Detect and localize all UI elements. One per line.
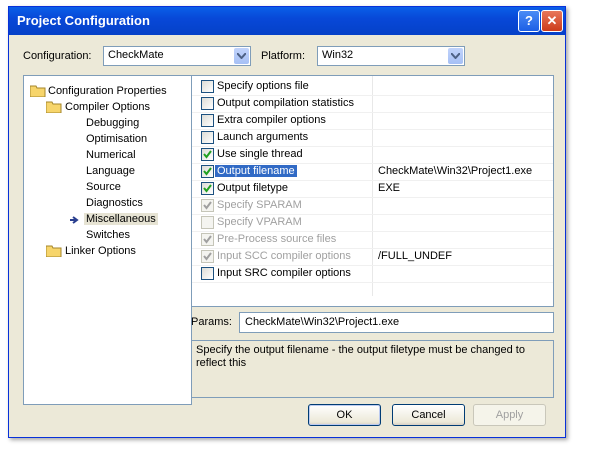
open-folder-icon [30, 85, 46, 97]
params-value: CheckMate\Win32\Project1.exe [245, 316, 400, 328]
configuration-label: Configuration: [23, 50, 92, 62]
option-row[interactable]: Pre-Process source files [192, 231, 553, 249]
check-icon [203, 201, 212, 210]
option-label: Output filename [215, 165, 297, 177]
apply-button[interactable]: Apply [473, 404, 546, 426]
platform-select[interactable]: Win32 [317, 46, 465, 66]
tree-item-source[interactable]: Source [86, 181, 121, 193]
option-checkbox[interactable] [201, 131, 214, 144]
tree-item-diagnostics[interactable]: Diagnostics [86, 197, 143, 209]
close-button[interactable]: ✕ [541, 10, 563, 32]
tree-item-miscellaneous[interactable]: Miscellaneous [84, 213, 158, 225]
description-box: Specify the output filename - the output… [191, 340, 554, 398]
option-value[interactable]: EXE [378, 182, 400, 194]
arrow-right-icon [70, 216, 79, 224]
folder-icon [46, 245, 62, 257]
open-folder-icon [46, 101, 62, 113]
option-row[interactable]: Specify VPARAM [192, 214, 553, 232]
ok-button[interactable]: OK [308, 404, 381, 426]
option-checkbox[interactable] [201, 233, 214, 246]
dialog-title: Project Configuration [17, 13, 150, 28]
option-checkbox[interactable] [201, 165, 214, 178]
option-row[interactable]: Input SCC compiler options/FULL_UNDEF [192, 248, 553, 266]
option-label: Use single thread [217, 148, 303, 160]
params-input[interactable]: CheckMate\Win32\Project1.exe [239, 312, 554, 333]
chevron-down-icon[interactable] [448, 48, 463, 64]
tree-item-numerical[interactable]: Numerical [86, 149, 136, 161]
option-row[interactable]: Output compilation statistics [192, 95, 553, 113]
option-row[interactable]: Input SRC compiler options [192, 265, 553, 283]
tree-item-configuration-properties[interactable]: Configuration Properties [48, 85, 167, 97]
option-checkbox[interactable] [201, 250, 214, 263]
option-row[interactable]: Specify SPARAM [192, 197, 553, 215]
configuration-tree: Configuration Properties Compiler Option… [23, 75, 192, 405]
option-checkbox[interactable] [201, 199, 214, 212]
tree-item-compiler-options[interactable]: Compiler Options [65, 101, 150, 113]
option-label: Specify options file [217, 80, 309, 92]
option-label: Specify SPARAM [217, 199, 302, 211]
chevron-down-icon[interactable] [234, 48, 249, 64]
title-bar: Project Configuration ? ✕ [9, 7, 565, 35]
tree-item-linker-options[interactable]: Linker Options [65, 245, 136, 257]
project-configuration-dialog: Project Configuration ? ✕ Configuration:… [8, 6, 566, 438]
help-button[interactable]: ? [518, 10, 540, 32]
check-icon [203, 184, 212, 193]
check-icon [203, 235, 212, 244]
option-checkbox[interactable] [201, 80, 214, 93]
option-checkbox[interactable] [201, 148, 214, 161]
option-row[interactable]: Extra compiler options [192, 112, 553, 130]
option-value[interactable]: /FULL_UNDEF [378, 250, 452, 262]
configuration-value: CheckMate [108, 49, 164, 61]
platform-label: Platform: [261, 50, 306, 62]
option-checkbox[interactable] [201, 182, 214, 195]
tree-item-optimisation[interactable]: Optimisation [86, 133, 147, 145]
option-label: Input SCC compiler options [217, 250, 351, 262]
options-grid: Specify options file Output compilation s… [191, 75, 554, 307]
option-label: Launch arguments [217, 131, 309, 143]
tree-item-debugging[interactable]: Debugging [86, 117, 139, 129]
option-label: Extra compiler options [217, 114, 326, 126]
cancel-button[interactable]: Cancel [392, 404, 465, 426]
check-icon [203, 150, 212, 159]
option-row[interactable]: Output filetype EXE [192, 180, 553, 198]
tree-item-switches[interactable]: Switches [86, 229, 130, 241]
option-label: Input SRC compiler options [217, 267, 351, 279]
check-icon [203, 252, 212, 261]
option-row[interactable]: Specify options file [192, 78, 553, 96]
params-label: Params: [191, 316, 232, 328]
option-row[interactable]: Launch arguments [192, 129, 553, 147]
option-value[interactable]: CheckMate\Win32\Project1.exe [378, 165, 532, 177]
option-label: Pre-Process source files [217, 233, 337, 245]
option-checkbox[interactable] [201, 97, 214, 110]
platform-value: Win32 [322, 49, 354, 61]
option-label: Output compilation statistics [217, 97, 354, 109]
option-checkbox[interactable] [201, 216, 214, 229]
option-row[interactable]: Use single thread [192, 146, 553, 164]
option-row[interactable]: Output filename CheckMate\Win32\Project1.… [192, 163, 553, 181]
option-checkbox[interactable] [201, 267, 214, 280]
tree-item-language[interactable]: Language [86, 165, 135, 177]
option-label: Specify VPARAM [217, 216, 302, 228]
option-label: Output filetype [217, 182, 288, 194]
configuration-select[interactable]: CheckMate [103, 46, 251, 66]
option-checkbox[interactable] [201, 114, 214, 127]
check-icon [203, 167, 212, 176]
